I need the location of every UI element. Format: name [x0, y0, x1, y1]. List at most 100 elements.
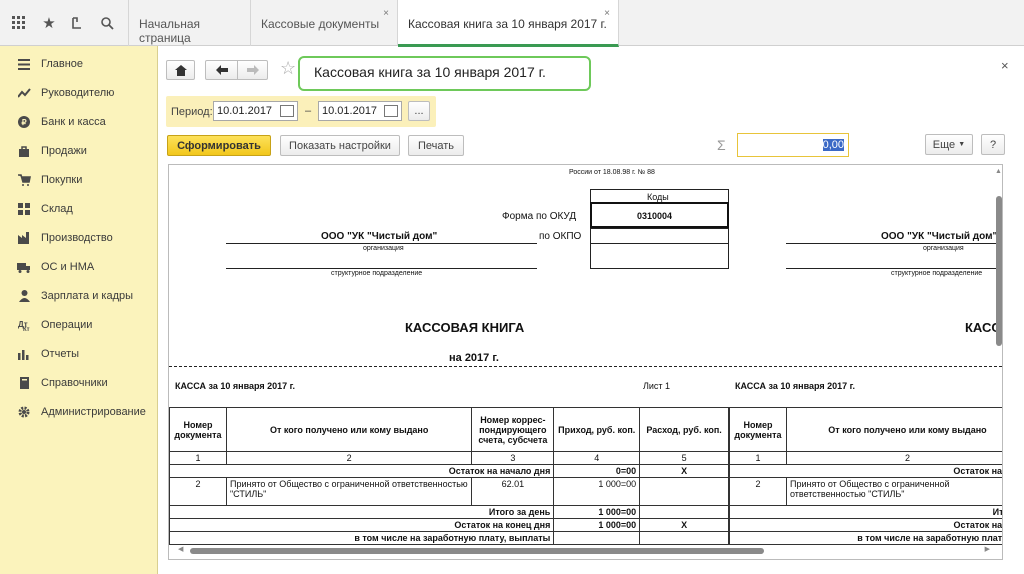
organization-caption-right: организация: [923, 245, 964, 252]
horizontal-scrollbar[interactable]: ◀ ▶: [178, 545, 990, 555]
sidebar-item-references[interactable]: Справочники: [0, 372, 158, 394]
codes-header: Коды: [647, 192, 669, 202]
report-spreadsheet[interactable]: России от 18.08.98 г. № 88 Коды 0310004 …: [168, 164, 1003, 560]
doc-number: 2: [729, 477, 787, 506]
org-underline: [226, 243, 537, 244]
period-from-field[interactable]: 10.01.2017: [213, 101, 298, 121]
doc-number: 2: [169, 477, 227, 506]
column-header: Номер коррес-пондирующего счета, субсчет…: [471, 407, 555, 452]
top-bar: ★ Начальная страница Кассовые документы ×…: [0, 0, 1024, 47]
sidebar-item-operations[interactable]: Дт Кт Операции: [0, 314, 158, 336]
sidebar-item-label: Главное: [41, 58, 84, 70]
sidebar-item-manager[interactable]: Руководителю: [0, 82, 158, 104]
sum-field[interactable]: 0,00: [737, 133, 849, 157]
organization-caption: организация: [363, 245, 404, 252]
sidebar-item-label: Операции: [41, 319, 93, 331]
vertical-scroll-thumb[interactable]: [996, 196, 1002, 346]
kassa-label-right: КАССА за 10 января 2017 г.: [735, 381, 856, 391]
tab-cash-book[interactable]: Кассовая книга за 10 января 2017 г. ×: [398, 0, 619, 47]
period-to-field[interactable]: 10.01.2017: [318, 101, 402, 121]
period-label: Период:: [171, 106, 213, 118]
opening-balance-label: Остаток на нача: [729, 464, 1002, 478]
tab-label: Начальная страница: [139, 17, 201, 45]
apps-grid-icon[interactable]: [8, 8, 30, 38]
book-icon: [17, 376, 31, 390]
sidebar: Главное Руководителю ₽ Банк и касса Прода…: [0, 46, 158, 574]
codes-divider: [590, 243, 729, 244]
column-number: 3: [471, 451, 555, 465]
more-button[interactable]: Еще ▼: [925, 134, 973, 155]
sidebar-item-reports[interactable]: Отчеты: [0, 343, 158, 365]
opening-balance-in: 0=00: [553, 464, 641, 478]
star-icon[interactable]: ★: [38, 8, 60, 38]
back-button[interactable]: [205, 60, 238, 80]
sidebar-item-bank[interactable]: ₽ Банк и касса: [0, 111, 158, 133]
book-title: КАССОВАЯ КНИГА: [405, 320, 525, 335]
close-icon[interactable]: ×: [604, 8, 610, 19]
truck-icon: [17, 260, 31, 274]
favorite-star-icon[interactable]: ☆: [280, 58, 296, 79]
year-label: на 2017 г.: [449, 352, 499, 364]
sidebar-item-production[interactable]: Производство: [0, 227, 158, 249]
generate-button[interactable]: Сформировать: [167, 135, 271, 156]
sum-icon: Σ: [717, 137, 726, 153]
scroll-right-icon[interactable]: ▶: [985, 545, 990, 553]
close-icon[interactable]: ×: [383, 8, 389, 19]
chevron-down-icon: ▼: [958, 141, 966, 148]
okud-value: 0310004: [637, 211, 673, 221]
table-row: 2 Принято от Общество с ограниченной отв…: [729, 477, 1002, 506]
sidebar-item-warehouse[interactable]: Склад: [0, 198, 158, 220]
organization-name: ООО "УК "Чистый дом": [321, 231, 438, 242]
income: 1 000=00: [553, 477, 641, 506]
cash-table-right: Номер документа От кого получено или ком…: [729, 407, 1002, 545]
sidebar-item-label: ОС и НМА: [41, 261, 95, 273]
show-settings-button[interactable]: Показать настройки: [280, 135, 400, 156]
sheet-label: Лист 1: [643, 381, 671, 391]
tab-home[interactable]: Начальная страница: [128, 0, 251, 46]
sidebar-item-label: Руководителю: [41, 87, 115, 99]
period-from-value: 10.01.2017: [217, 105, 273, 117]
search-icon[interactable]: [96, 8, 118, 38]
cash-table: Номер документа От кого получено или ком…: [169, 407, 729, 545]
calendar-icon[interactable]: [384, 105, 398, 117]
day-total-in: 1 000=00: [553, 505, 641, 519]
svg-text:₽: ₽: [22, 118, 27, 127]
home-button[interactable]: [166, 60, 195, 80]
salary-label: в том числе на заработную плату, выплаты: [169, 531, 555, 545]
scroll-left-icon[interactable]: ◀: [178, 545, 183, 553]
help-button[interactable]: ?: [981, 134, 1005, 155]
sidebar-item-assets[interactable]: ОС и НМА: [0, 256, 158, 278]
coin-icon: ₽: [17, 115, 31, 129]
sidebar-item-label: Банк и касса: [41, 116, 106, 128]
account: 62.01: [471, 477, 555, 506]
vertical-scrollbar[interactable]: ▲: [995, 168, 1003, 548]
period-to-value: 10.01.2017: [322, 105, 378, 117]
tab-cash-documents[interactable]: Кассовые документы ×: [251, 0, 398, 46]
day-total-label: Итого з: [729, 505, 1002, 519]
sidebar-item-sales[interactable]: Продажи: [0, 140, 158, 162]
horizontal-scroll-thumb[interactable]: [190, 548, 764, 554]
counterparty: Принято от Общество с ограниченной ответ…: [785, 477, 1002, 506]
gear-icon: [17, 405, 31, 419]
column-number: 2: [225, 451, 473, 465]
sidebar-item-salary[interactable]: Зарплата и кадры: [0, 285, 158, 307]
day-total-row: Итого за день 1 000=00: [169, 505, 729, 519]
codes-divider: [590, 228, 729, 229]
home-icon: [174, 64, 187, 76]
period-select-button[interactable]: ...: [408, 101, 430, 121]
chart-line-icon: [17, 86, 31, 100]
column-header: Номер документа: [169, 407, 227, 452]
close-icon[interactable]: ×: [1001, 58, 1009, 73]
sidebar-item-admin[interactable]: Администрирование: [0, 401, 158, 423]
page-title: Кассовая книга за 10 января 2017 г.: [298, 56, 591, 91]
sidebar-item-main[interactable]: Главное: [0, 53, 158, 75]
scroll-up-icon[interactable]: ▲: [995, 168, 1002, 175]
calendar-icon[interactable]: [280, 105, 294, 117]
sidebar-item-purchases[interactable]: Покупки: [0, 169, 158, 191]
history-icon[interactable]: [66, 8, 88, 38]
period-panel: Период: 10.01.2017 – 10.01.2017 ...: [166, 96, 436, 127]
print-button[interactable]: Печать: [408, 135, 464, 156]
forward-button[interactable]: [237, 60, 268, 80]
column-number-row: 1 2 3 4 5: [169, 451, 729, 465]
okud-label: Форма по ОКУД: [502, 211, 577, 222]
